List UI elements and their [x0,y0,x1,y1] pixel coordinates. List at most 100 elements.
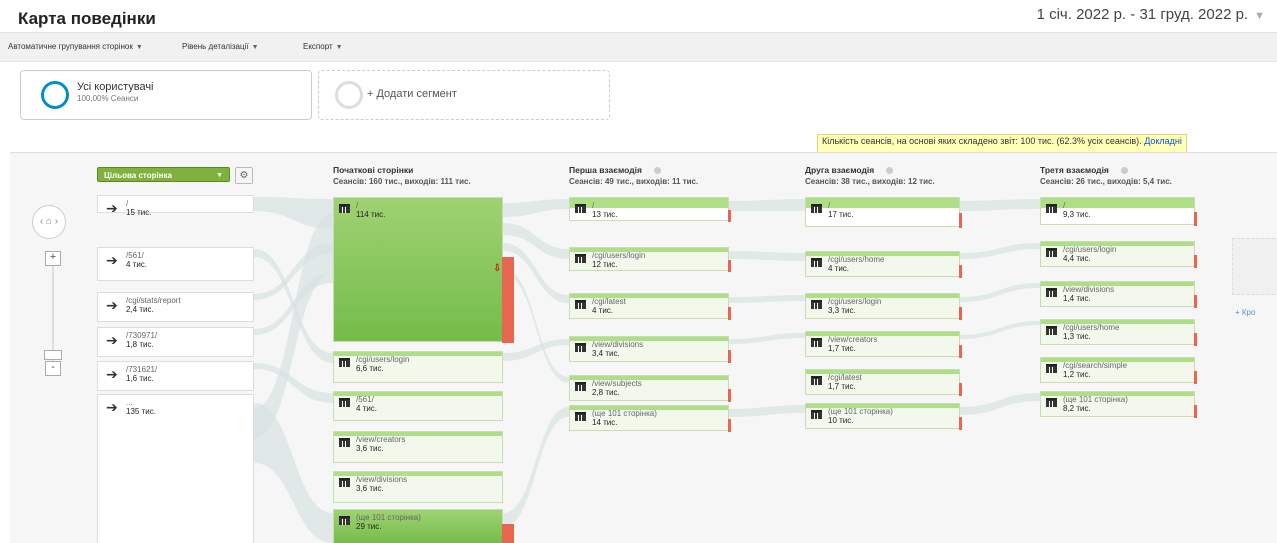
source-page-item[interactable]: ➔... 135 тис. [97,394,254,543]
page-node[interactable]: /13 тис. [569,197,731,222]
page-node[interactable]: /view/divisions 3,6 тис. [333,471,503,503]
source-page-item[interactable]: ➔ /731621/1,6 тис. [97,361,254,391]
zoom-slider-handle[interactable] [44,350,62,360]
dropoff-bar[interactable] [959,345,962,358]
page-icon [1046,326,1057,335]
page-node[interactable]: /9,3 тис. [1040,197,1197,226]
page-node[interactable]: /view/creators 3,6 тис. [333,431,503,463]
page-icon [811,258,822,267]
dropoff-bar[interactable] [502,524,514,543]
page-node[interactable]: /cgi/latest 4 тис. [569,293,731,320]
chevron-down-icon: ▼ [135,44,143,51]
page-node[interactable]: /cgi/users/login 3,3 тис. [805,293,962,320]
page-node[interactable]: /cgi/search/simple 1,2 тис. [1040,357,1197,384]
source-page-value: 135 тис. [126,407,156,416]
page-icon [339,204,350,213]
page-node-label: /cgi/latest [592,297,626,306]
page-node[interactable]: /view/creators 1,7 тис. [805,331,962,358]
remove-step-icon[interactable] [886,167,894,175]
page-node-label: /view/creators [828,335,878,344]
home-nav-icon[interactable]: ‹ ⌂ › [32,205,66,239]
page-node[interactable]: (ще 101 сторінка) 8,2 тис. [1040,391,1197,418]
details-link[interactable]: Докладні [1144,136,1182,146]
page-node-value: 3,6 тис. [356,444,384,453]
source-page-value: 4 тис. [126,260,148,269]
dropoff-bar[interactable] [1194,333,1197,346]
page-node[interactable]: /114 тис. [333,197,514,343]
source-page-item[interactable]: ➔ /15 тис. [97,195,254,217]
dropoff-bar[interactable] [728,350,731,363]
flow-ribbon [960,393,1040,415]
dropoff-bar[interactable] [1194,371,1197,384]
dropoff-bar[interactable] [728,389,731,402]
dropoff-bar[interactable] [959,307,962,320]
segment-all-users[interactable]: Усі користувачі 100,00% Сеанси [20,70,312,120]
page-node-value: 114 тис. [356,210,386,219]
dropoff-bar[interactable] [728,307,731,320]
column-header-third-interaction: Третя взаємодія Сеансів: 26 тис., виходів… [1040,165,1172,186]
source-page-label: /731621/ [126,365,158,374]
add-segment-button[interactable]: + Додати сегмент [318,70,610,120]
page-node-label: (ще 101 сторінка) [828,407,893,416]
zoom-out-button[interactable]: - [45,361,61,376]
export-menu[interactable]: Експорт ▼ [303,42,343,51]
add-step-link[interactable]: + Кро [1235,308,1255,317]
remove-step-icon[interactable] [1120,167,1128,175]
sampling-notice: Кількість сеансів, на основі яких складе… [817,134,1187,153]
page-node[interactable]: /cgi/users/home 1,3 тис. [1040,319,1197,346]
page-node[interactable]: (ще 101 сторінка) 14 тис. [569,405,731,432]
flow-ribbon [729,405,805,417]
page-node[interactable]: /cgi/users/login 12 тис. [569,247,731,272]
page-node-label: /cgi/search/simple [1063,361,1128,370]
date-range-picker[interactable]: 1 січ. 2022 р. - 31 груд. 2022 р. ▼ [1037,6,1265,23]
source-page-label: /cgi/stats/report [126,296,181,305]
page-node-label: (ще 101 сторінка) [1063,395,1128,404]
source-page-item[interactable]: ➔ /cgi/stats/report 2,4 тис. [97,292,254,322]
page-node[interactable]: /17 тис. [805,197,962,228]
page-node[interactable]: /view/divisions 1,4 тис. [1040,281,1197,308]
page-icon [1046,248,1057,257]
dropoff-bar[interactable] [1194,295,1197,308]
remove-step-icon[interactable] [653,167,661,175]
export-label: Експорт [303,42,333,51]
dropoff-arrow-icon: ⇩ [493,263,502,274]
dropoff-bar[interactable] [959,417,962,430]
dropoff-bar[interactable] [1194,255,1197,268]
gear-icon[interactable]: ⚙ [235,167,253,184]
page-node-value: 12 тис. [592,260,618,269]
dropoff-bar[interactable] [959,213,962,228]
page-node[interactable]: /view/divisions 3,4 тис. [569,336,731,363]
column-title: Третя взаємодія [1040,165,1109,175]
page-node-label: /view/subjects [592,379,642,388]
page-node-label: /view/divisions [592,340,644,349]
page-node[interactable]: /cgi/users/login 6,6 тис. [333,351,503,383]
dropoff-bar[interactable] [959,265,962,278]
source-page-item[interactable]: ➔ /561/4 тис. [97,247,254,281]
page-node[interactable]: (ще 101 сторінка) 29 тис. [333,509,514,543]
dropoff-bar[interactable] [1194,405,1197,418]
behavior-flow-canvas[interactable]: Цільова сторінка ▼ ⚙ ‹ ⌂ › + - ➔/15 тис. ➔… [10,152,1277,543]
dropoff-bar[interactable] [728,260,731,272]
detail-level-menu[interactable]: Рівень деталізації ▼ [182,42,259,51]
page-node[interactable]: /cgi/users/home 4 тис. [805,251,962,278]
page-node[interactable]: /cgi/users/login 4,4 тис. [1040,241,1197,268]
dimension-selector[interactable]: Цільова сторінка ▼ [97,167,230,182]
auto-grouping-menu[interactable]: Автоматичне групування сторінок ▼ [8,42,143,51]
dropoff-bar[interactable] [728,419,731,432]
page-icon [339,358,350,367]
page-node[interactable]: /cgi/latest 1,7 тис. [805,369,962,396]
page-node[interactable]: /view/subjects 2,8 тис. [569,375,731,402]
dropoff-bar[interactable] [1194,212,1197,226]
page-node[interactable]: (ще 101 сторінка) 10 тис. [805,403,962,430]
flow-ribbon [503,407,569,527]
dropoff-bar[interactable] [959,383,962,396]
dropoff-bar[interactable] [728,210,731,222]
source-page-item[interactable]: ➔ /730971/1,8 тис. [97,327,254,357]
zoom-in-button[interactable]: + [45,251,61,266]
dropoff-bar[interactable] [502,257,514,343]
page-node-value: 1,2 тис. [1063,370,1091,379]
flow-ribbon [729,199,805,211]
page-icon [339,516,350,525]
page-node-value: 17 тис. [828,210,854,219]
page-node[interactable]: /561/4 тис. [333,391,503,421]
